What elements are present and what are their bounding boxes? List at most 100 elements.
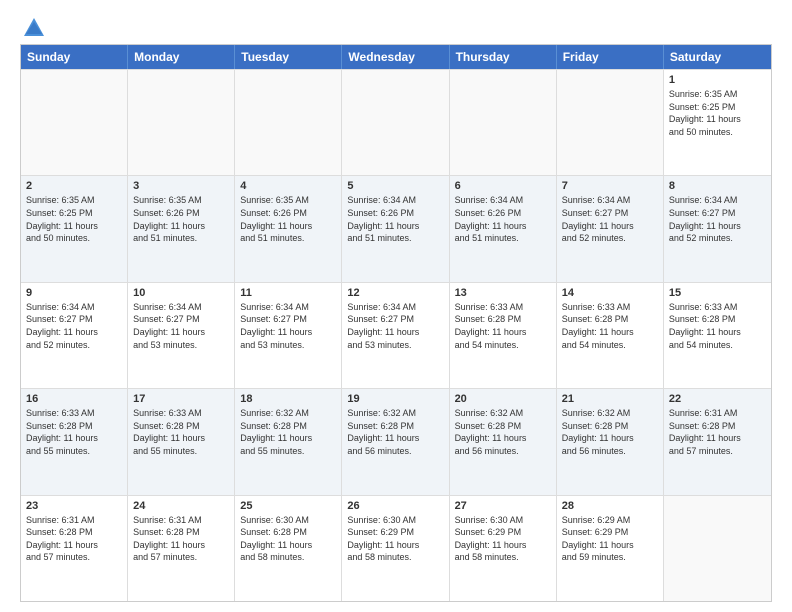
day-number: 28 — [562, 500, 658, 512]
day-number: 10 — [133, 287, 229, 299]
calendar-cell: 20Sunrise: 6:32 AM Sunset: 6:28 PM Dayli… — [450, 389, 557, 494]
day-number: 19 — [347, 393, 443, 405]
cell-info: Sunrise: 6:32 AM Sunset: 6:28 PM Dayligh… — [240, 407, 336, 457]
day-number: 6 — [455, 180, 551, 192]
calendar-cell: 12 Sunrise: 6:34 AM Sunset: 6:27 PM Dayli… — [342, 283, 449, 388]
day-number: 20 — [455, 393, 551, 405]
calendar-cell: 21 Sunrise: 6:32 AM Sunset: 6:28 PM Dayli… — [557, 389, 664, 494]
header-cell-sunday: Sunday — [21, 45, 128, 69]
calendar-row-2: 9 Sunrise: 6:34 AM Sunset: 6:27 PM Daylig… — [21, 282, 771, 388]
day-number: 7 — [562, 180, 658, 192]
cell-info: Sunrise: 6:32 AM Sunset: 6:28 PM Dayligh… — [347, 407, 443, 457]
cell-info: Sunrise: 6:34 AM Sunset: 6:27 PM Dayligh… — [562, 194, 658, 244]
logo — [20, 16, 46, 34]
day-number: 26 — [347, 500, 443, 512]
header-cell-wednesday: Wednesday — [342, 45, 449, 69]
day-number: 21 — [562, 393, 658, 405]
calendar-cell: 8 Sunrise: 6:34 AM Sunset: 6:27 PM Daylig… — [664, 176, 771, 281]
calendar-cell — [235, 70, 342, 175]
cell-info: Sunrise: 6:31 AM Sunset: 6:28 PM Dayligh… — [669, 407, 766, 457]
cell-info: Sunrise: 6:29 AM Sunset: 6:29 PM Dayligh… — [562, 514, 658, 564]
calendar-cell: 11 Sunrise: 6:34 AM Sunset: 6:27 PM Dayli… — [235, 283, 342, 388]
day-number: 3 — [133, 180, 229, 192]
cell-info: Sunrise: 6:31 AM Sunset: 6:28 PM Dayligh… — [26, 514, 122, 564]
calendar-cell: 25 Sunrise: 6:30 AM Sunset: 6:28 PM Dayli… — [235, 496, 342, 601]
calendar-cell: 17 Sunrise: 6:33 AM Sunset: 6:28 PM Dayli… — [128, 389, 235, 494]
cell-info: Sunrise: 6:33 AM Sunset: 6:28 PM Dayligh… — [455, 301, 551, 351]
calendar-cell: 28 Sunrise: 6:29 AM Sunset: 6:29 PM Dayli… — [557, 496, 664, 601]
calendar-cell: 4Sunrise: 6:35 AM Sunset: 6:26 PM Daylig… — [235, 176, 342, 281]
header-cell-tuesday: Tuesday — [235, 45, 342, 69]
cell-info: Sunrise: 6:35 AM Sunset: 6:26 PM Dayligh… — [240, 194, 336, 244]
day-number: 12 — [347, 287, 443, 299]
calendar-header: SundayMondayTuesdayWednesdayThursdayFrid… — [21, 45, 771, 69]
day-number: 8 — [669, 180, 766, 192]
calendar-cell: 26 Sunrise: 6:30 AM Sunset: 6:29 PM Dayli… — [342, 496, 449, 601]
calendar-cell: 27 Sunrise: 6:30 AM Sunset: 6:29 PM Dayli… — [450, 496, 557, 601]
cell-info: Sunrise: 6:34 AM Sunset: 6:26 PM Dayligh… — [455, 194, 551, 244]
cell-info: Sunrise: 6:34 AM Sunset: 6:27 PM Dayligh… — [133, 301, 229, 351]
cell-info: Sunrise: 6:34 AM Sunset: 6:26 PM Dayligh… — [347, 194, 443, 244]
cell-info: Sunrise: 6:30 AM Sunset: 6:29 PM Dayligh… — [347, 514, 443, 564]
cell-info: Sunrise: 6:30 AM Sunset: 6:29 PM Dayligh… — [455, 514, 551, 564]
calendar-cell: 16Sunrise: 6:33 AM Sunset: 6:28 PM Dayli… — [21, 389, 128, 494]
day-number: 25 — [240, 500, 336, 512]
logo-icon — [22, 16, 46, 40]
header-cell-monday: Monday — [128, 45, 235, 69]
calendar-cell: 18 Sunrise: 6:32 AM Sunset: 6:28 PM Dayli… — [235, 389, 342, 494]
calendar-cell — [450, 70, 557, 175]
day-number: 5 — [347, 180, 443, 192]
day-number: 23 — [26, 500, 122, 512]
calendar-cell: 15 Sunrise: 6:33 AM Sunset: 6:28 PM Dayli… — [664, 283, 771, 388]
cell-info: Sunrise: 6:34 AM Sunset: 6:27 PM Dayligh… — [347, 301, 443, 351]
day-number: 13 — [455, 287, 551, 299]
calendar-cell: 1Sunrise: 6:35 AM Sunset: 6:25 PM Daylig… — [664, 70, 771, 175]
header-cell-friday: Friday — [557, 45, 664, 69]
calendar-cell: 23 Sunrise: 6:31 AM Sunset: 6:28 PM Dayli… — [21, 496, 128, 601]
calendar-cell — [664, 496, 771, 601]
cell-info: Sunrise: 6:33 AM Sunset: 6:28 PM Dayligh… — [133, 407, 229, 457]
calendar-cell: 14 Sunrise: 6:33 AM Sunset: 6:28 PM Dayli… — [557, 283, 664, 388]
calendar-row-1: 2 Sunrise: 6:35 AM Sunset: 6:25 PM Daylig… — [21, 175, 771, 281]
cell-info: Sunrise: 6:33 AM Sunset: 6:28 PM Dayligh… — [562, 301, 658, 351]
day-number: 15 — [669, 287, 766, 299]
calendar: SundayMondayTuesdayWednesdayThursdayFrid… — [20, 44, 772, 602]
day-number: 14 — [562, 287, 658, 299]
header — [20, 16, 772, 34]
day-number: 11 — [240, 287, 336, 299]
cell-info: Sunrise: 6:30 AM Sunset: 6:28 PM Dayligh… — [240, 514, 336, 564]
calendar-cell: 3Sunrise: 6:35 AM Sunset: 6:26 PM Daylig… — [128, 176, 235, 281]
calendar-cell: 22Sunrise: 6:31 AM Sunset: 6:28 PM Dayli… — [664, 389, 771, 494]
day-number: 9 — [26, 287, 122, 299]
day-number: 2 — [26, 180, 122, 192]
cell-info: Sunrise: 6:32 AM Sunset: 6:28 PM Dayligh… — [562, 407, 658, 457]
calendar-row-4: 23 Sunrise: 6:31 AM Sunset: 6:28 PM Dayli… — [21, 495, 771, 601]
calendar-cell — [557, 70, 664, 175]
day-number: 18 — [240, 393, 336, 405]
calendar-cell: 2 Sunrise: 6:35 AM Sunset: 6:25 PM Daylig… — [21, 176, 128, 281]
cell-info: Sunrise: 6:33 AM Sunset: 6:28 PM Dayligh… — [26, 407, 122, 457]
day-number: 17 — [133, 393, 229, 405]
cell-info: Sunrise: 6:34 AM Sunset: 6:27 PM Dayligh… — [669, 194, 766, 244]
header-cell-saturday: Saturday — [664, 45, 771, 69]
day-number: 27 — [455, 500, 551, 512]
cell-info: Sunrise: 6:35 AM Sunset: 6:25 PM Dayligh… — [669, 88, 766, 138]
calendar-cell: 24 Sunrise: 6:31 AM Sunset: 6:28 PM Dayli… — [128, 496, 235, 601]
cell-info: Sunrise: 6:31 AM Sunset: 6:28 PM Dayligh… — [133, 514, 229, 564]
calendar-cell: 9 Sunrise: 6:34 AM Sunset: 6:27 PM Daylig… — [21, 283, 128, 388]
calendar-cell — [21, 70, 128, 175]
calendar-cell: 10 Sunrise: 6:34 AM Sunset: 6:27 PM Dayli… — [128, 283, 235, 388]
calendar-row-0: 1Sunrise: 6:35 AM Sunset: 6:25 PM Daylig… — [21, 69, 771, 175]
cell-info: Sunrise: 6:35 AM Sunset: 6:25 PM Dayligh… — [26, 194, 122, 244]
page: SundayMondayTuesdayWednesdayThursdayFrid… — [0, 0, 792, 612]
calendar-cell — [342, 70, 449, 175]
day-number: 24 — [133, 500, 229, 512]
calendar-cell: 6 Sunrise: 6:34 AM Sunset: 6:26 PM Daylig… — [450, 176, 557, 281]
cell-info: Sunrise: 6:33 AM Sunset: 6:28 PM Dayligh… — [669, 301, 766, 351]
cell-info: Sunrise: 6:34 AM Sunset: 6:27 PM Dayligh… — [240, 301, 336, 351]
calendar-body: 1Sunrise: 6:35 AM Sunset: 6:25 PM Daylig… — [21, 69, 771, 601]
cell-info: Sunrise: 6:34 AM Sunset: 6:27 PM Dayligh… — [26, 301, 122, 351]
calendar-cell: 13 Sunrise: 6:33 AM Sunset: 6:28 PM Dayli… — [450, 283, 557, 388]
calendar-row-3: 16Sunrise: 6:33 AM Sunset: 6:28 PM Dayli… — [21, 388, 771, 494]
header-cell-thursday: Thursday — [450, 45, 557, 69]
